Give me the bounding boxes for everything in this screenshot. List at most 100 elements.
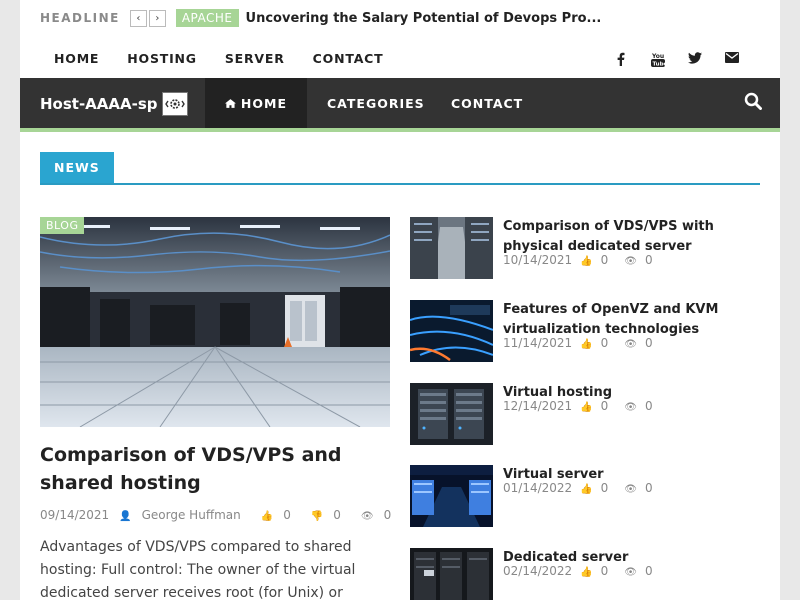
list-item: Comparison of VDS/VPS with physical dedi… [410,217,770,281]
featured-meta: 09/14/2021 👤 George Huffman 👍 0 👎 0 👁 0 [40,508,411,522]
home-icon [225,98,236,108]
page: HEADLINE ‹ › APACHE Uncovering the Salar… [20,0,780,600]
list-item-likes[interactable]: 👍 0 [580,253,616,267]
topnav-hosting[interactable]: HOSTING [127,51,197,66]
site-logo-text: Host-AAAA-sp [40,95,158,113]
featured-author[interactable]: 👤 George Huffman [119,508,251,522]
featured-likes[interactable]: 👍 0 [261,508,301,522]
list-item-date: 02/14/2022 [503,564,573,578]
featured-category-badge[interactable]: BLOG [40,217,85,234]
top-nav: HOME HOSTING SERVER CONTACT [40,51,411,66]
mainnav-categories[interactable]: CATEGORIES [307,78,445,128]
featured-dislikes[interactable]: 👎 0 [311,508,351,522]
main-nav-bar: Host-AAAA-sp HOME CATEGORIES CONTACT [20,78,780,132]
list-item-thumbnail[interactable] [410,548,493,600]
ticker-label: HEADLINE [40,11,120,25]
views-count: 0 [644,399,653,413]
list-item-title[interactable]: Comparison of VDS/VPS with physical dedi… [503,217,763,257]
logo-gear-icon [161,92,188,116]
list-item-title[interactable]: Features of OpenVZ and KVM virtualizatio… [503,300,763,340]
thumbs-up-icon: 👍 [580,567,593,578]
youtube-icon[interactable]: You Tube [639,52,676,67]
list-item-views: 👁 0 [624,336,660,350]
mainnav-home[interactable]: HOME [205,78,307,128]
list-item-thumbnail[interactable] [410,217,493,279]
eye-icon: 👁 [360,511,374,522]
views-count: 0 [644,336,653,350]
list-item-thumbnail[interactable] [410,300,493,362]
author-name: George Huffman [141,508,241,522]
social-links: You Tube [602,52,750,67]
list-item-date: 12/14/2021 [503,399,573,413]
list-item-views: 👁 0 [624,399,660,413]
list-item-views: 👁 0 [624,564,660,578]
likes-count: 0 [600,564,609,578]
eye-icon: 👁 [624,256,637,267]
thumbs-up-icon: 👍 [260,511,274,522]
views-count: 0 [644,253,653,267]
list-item-thumbnail[interactable] [410,465,493,527]
ticker-next-button[interactable]: › [148,9,166,27]
list-item-meta: 02/14/2022 👍 0 👁 0 [503,564,669,578]
likes-count: 0 [600,399,609,413]
list-item: Features of OpenVZ and KVM virtualizatio… [410,300,770,364]
list-item-thumbnail[interactable] [410,383,493,445]
headline-ticker: HEADLINE ‹ › APACHE Uncovering the Salar… [40,8,601,28]
list-item-date: 11/14/2021 [503,336,573,350]
thumbs-up-icon: 👍 [580,339,593,350]
list-item-date: 01/14/2022 [503,481,573,495]
search-icon[interactable] [744,92,762,114]
likes-count: 0 [283,508,291,522]
thumbs-up-icon: 👍 [580,402,593,413]
svg-text:Tube: Tube [652,62,665,68]
likes-count: 0 [600,336,609,350]
list-item: Virtual hosting 12/14/2021 👍 0 👁 0 [410,383,770,447]
views-count: 0 [644,564,653,578]
list-item-views: 👁 0 [624,253,660,267]
list-item-likes[interactable]: 👍 0 [580,336,616,350]
user-icon: 👤 [119,511,132,522]
site-logo[interactable]: Host-AAAA-sp [40,92,188,116]
list-item-likes[interactable]: 👍 0 [580,399,616,413]
eye-icon: 👁 [624,484,637,495]
list-item: Dedicated server 02/14/2022 👍 0 👁 0 [410,548,770,600]
featured-title-link[interactable]: Comparison of VDS/VPS and shared hosting [40,441,400,497]
featured-excerpt: Advantages of VDS/VPS compared to shared… [40,539,356,600]
thumbs-up-icon: 👍 [580,484,593,495]
likes-count: 0 [600,481,609,495]
eye-icon: 👁 [624,567,637,578]
topnav-server[interactable]: SERVER [225,51,285,66]
likes-count: 0 [600,253,609,267]
ticker-prev-button[interactable]: ‹ [129,9,147,27]
list-item-meta: 11/14/2021 👍 0 👁 0 [503,336,669,350]
list-item-meta: 10/14/2021 👍 0 👁 0 [503,253,669,267]
list-item-likes[interactable]: 👍 0 [580,564,616,578]
section-title: NEWS [40,152,114,183]
facebook-icon[interactable] [602,52,639,67]
mainnav-contact[interactable]: CONTACT [431,78,543,128]
ticker-category-badge[interactable]: APACHE [175,9,239,27]
list-item: Virtual server 01/14/2022 👍 0 👁 0 [410,465,770,529]
thumbs-down-icon: 👎 [310,511,324,522]
list-item-meta: 12/14/2021 👍 0 👁 0 [503,399,669,413]
eye-icon: 👁 [624,339,637,350]
list-item-meta: 01/14/2022 👍 0 👁 0 [503,481,669,495]
mainnav-home-label: HOME [240,95,287,111]
eye-icon: 👁 [624,402,637,413]
svg-text:You: You [651,53,664,60]
envelope-icon[interactable] [713,52,750,67]
views-count: 0 [644,481,653,495]
topnav-contact[interactable]: CONTACT [313,51,384,66]
news-section-header: NEWS [40,152,760,185]
featured-image[interactable] [40,217,390,427]
ticker-headline-link[interactable]: Uncovering the Salary Potential of Devop… [246,11,602,26]
list-item-views: 👁 0 [624,481,660,495]
topnav-home[interactable]: HOME [54,51,99,66]
list-item-likes[interactable]: 👍 0 [580,481,616,495]
featured-views: 👁 0 [361,508,401,522]
views-count: 0 [383,508,392,522]
twitter-icon[interactable] [676,52,713,67]
thumbs-up-icon: 👍 [580,256,593,267]
list-item-date: 10/14/2021 [503,253,573,267]
dislikes-count: 0 [333,508,341,522]
